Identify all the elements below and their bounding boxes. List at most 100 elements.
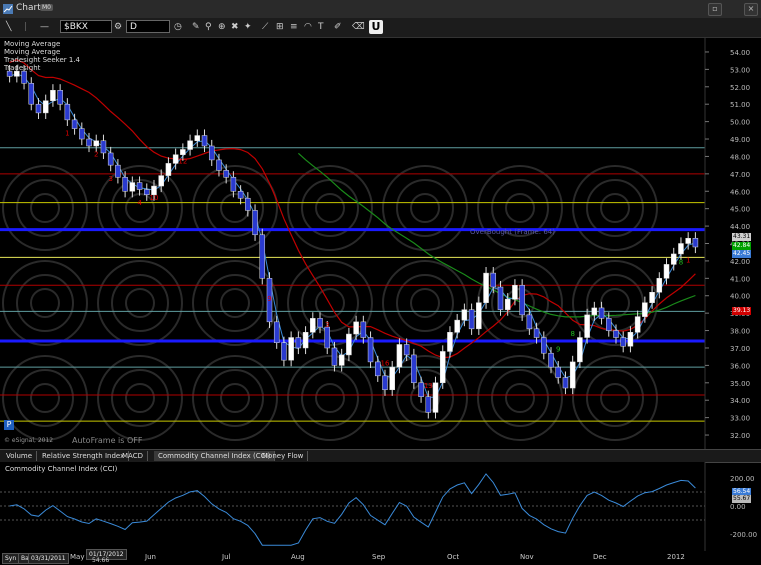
legend-line: Tradesight [4,64,41,72]
candle-body [584,314,590,338]
candle-body [57,90,63,105]
candle-body [122,177,128,192]
month-label: Jul [222,553,231,561]
tab-volume[interactable]: Volume [2,451,38,461]
copyright-label: © eSignal, 2012 [4,437,54,444]
candle-body [663,264,670,279]
syn-tag[interactable]: Syn [2,553,20,564]
candle-body [533,328,540,338]
interval-input[interactable]: D [126,20,170,33]
month-label: Dec [593,553,607,561]
candle-body [389,366,395,391]
pipe-separator: | [24,22,28,32]
month-label: 2012 [667,553,685,561]
seeker-count: 9 [556,345,560,353]
symbol-input[interactable]: $BKX [60,20,112,33]
candle-body [86,138,92,147]
price-tick-label: 40.00 [730,293,750,301]
cci-chart[interactable]: 200.00 0.00 -200.00 [0,462,761,551]
seeker-count: 13 [424,382,433,390]
candle-body [375,361,381,377]
gann-icon[interactable]: ⟋ [262,21,268,34]
candle-body [28,83,35,105]
tab-macd[interactable]: MACD [118,451,148,461]
trash-icon[interactable]: ✖ [231,21,239,34]
chart-app-icon [3,4,13,14]
price-tick-label: 41.00 [730,275,750,283]
price-tick-label: 38.00 [730,328,750,336]
seeker-count: 3 [108,175,112,183]
candle-body [331,347,338,366]
cci-tick-label: -200.00 [730,531,757,539]
candle-body [649,292,655,303]
channel-icon[interactable]: ≡ [290,21,298,34]
tab-money-flow[interactable]: Money Flow [258,451,309,461]
candle-body [526,314,533,330]
price-tick-label: 34.00 [730,397,750,405]
candle-body [541,337,547,354]
settings-icon[interactable]: ⚙ [114,21,122,34]
close-icon[interactable]: × [744,3,758,16]
u-icon[interactable]: U [369,20,383,34]
candle-body [606,318,612,331]
price-tick-label: 44.00 [730,223,750,231]
candle-body [353,321,359,335]
cci-label: 55.67 [732,495,752,503]
price-label: 43.31 [732,233,752,241]
candle-body [403,344,410,356]
line-tool-icon[interactable]: ╲ [6,21,11,34]
candle-body [497,286,504,310]
candle-body [425,396,432,413]
candle-body [591,307,598,316]
candle-body [642,302,648,317]
candle-body [201,135,208,147]
eraser-icon[interactable]: ⌫ [352,21,365,34]
clock-icon[interactable]: ◷ [174,21,182,34]
price-tick-label: 51.00 [730,101,750,109]
seeker-count: 4 [137,199,142,207]
brush-icon[interactable]: ✐ [334,21,342,34]
candle-body [382,375,388,391]
price-tick-label: 42.00 [730,258,750,266]
p-button[interactable]: P [4,420,14,430]
candle-body [281,342,287,361]
pencil-icon[interactable]: ✎ [192,21,200,34]
month-label: Nov [520,553,534,561]
candle-body [483,272,489,303]
fib-icon[interactable]: ⊞ [276,21,284,34]
candle-body [302,332,309,349]
candle-body [42,100,49,114]
candle-body [158,175,164,187]
arc-icon[interactable]: ◠ [304,21,312,34]
cci-tick-label: 0.00 [730,503,746,511]
search-icon[interactable]: ⚲ [205,21,212,34]
price-chart[interactable]: 12341012931613988 1 54.0053.0052.0051.005… [0,38,761,449]
candle-body [64,103,71,121]
draw-tool-icon[interactable]: ✦ [244,21,252,34]
seeker-count: 8 [679,258,683,266]
candle-body [519,285,525,316]
candle-body [35,103,42,114]
zoom-icon[interactable]: ⊕ [218,21,226,34]
window-title: Chart [16,3,41,13]
candle-body [656,278,663,293]
candle-body [144,189,150,195]
tab-rsi[interactable]: Relative Strength Index [38,451,130,461]
hline-tool-icon[interactable]: — [40,21,49,34]
candle-body [223,170,229,178]
candle-body [194,135,201,142]
price-tick-label: 46.00 [730,188,750,196]
autoframe-label: AutoFrame is OFF [72,436,143,445]
candle-body [237,191,244,199]
price-tick-label: 47.00 [730,171,750,179]
candle-body [548,352,554,368]
price-tick-label: 50.00 [730,119,750,127]
candle-body [411,354,417,384]
window-titlebar: Chart M0 ▫ × [0,0,761,19]
candle-body [432,382,439,413]
candle-body [346,333,352,356]
text-icon[interactable]: T [318,21,324,34]
restore-icon[interactable]: ▫ [708,3,722,16]
candle-body [490,272,497,288]
candle-body [685,238,691,244]
